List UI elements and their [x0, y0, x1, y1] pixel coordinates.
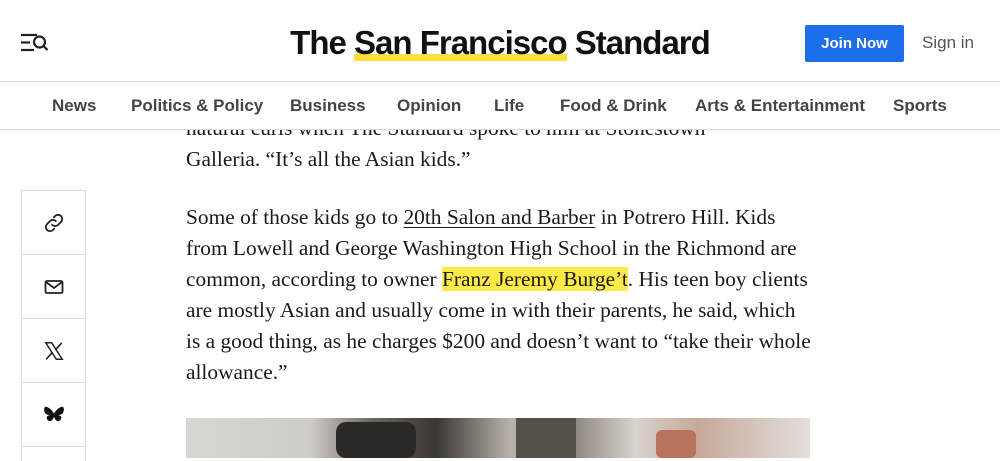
logo-highlight: San Francisco	[354, 24, 568, 61]
join-now-button[interactable]: Join Now	[805, 25, 904, 62]
highlighted-name: Franz Jeremy Burge’t	[442, 267, 628, 291]
nav-item-news[interactable]: News	[52, 96, 96, 116]
nav-item-arts[interactable]: Arts & Entertainment	[695, 96, 865, 116]
article-line: Galleria. “It’s all the Asian kids.”	[186, 147, 471, 171]
logo-text: The	[290, 24, 355, 61]
nav-item-life[interactable]: Life	[494, 96, 524, 116]
article-paragraph: Some of those kids go to 20th Salon and …	[186, 202, 811, 388]
share-x-button[interactable]	[22, 319, 85, 383]
bluesky-icon	[43, 406, 64, 421]
link-icon	[44, 213, 63, 232]
article-photo	[186, 418, 810, 458]
nav-item-food-drink[interactable]: Food & Drink	[560, 96, 667, 116]
section-nav: News Politics & Policy Business Opinion …	[0, 82, 1000, 130]
nav-item-politics[interactable]: Politics & Policy	[131, 96, 263, 116]
nav-item-business[interactable]: Business	[290, 96, 366, 116]
article-body: natural curls when The Standard spoke to…	[186, 113, 811, 388]
sign-in-link[interactable]: Sign in	[922, 33, 974, 53]
share-rail	[21, 190, 86, 461]
logo-text: Standard	[566, 24, 711, 61]
nav-item-opinion[interactable]: Opinion	[397, 96, 461, 116]
paragraph-text: Some of those kids go to	[186, 205, 404, 229]
share-bluesky-button[interactable]	[22, 383, 85, 447]
x-icon	[43, 341, 64, 360]
site-header: The San Francisco Standard Join Now Sign…	[0, 0, 1000, 82]
share-email-button[interactable]	[22, 255, 85, 319]
mail-icon	[44, 279, 63, 294]
salon-link[interactable]: 20th Salon and Barber	[403, 205, 595, 229]
share-link-button[interactable]	[22, 191, 85, 255]
nav-item-sports[interactable]: Sports	[893, 96, 947, 116]
